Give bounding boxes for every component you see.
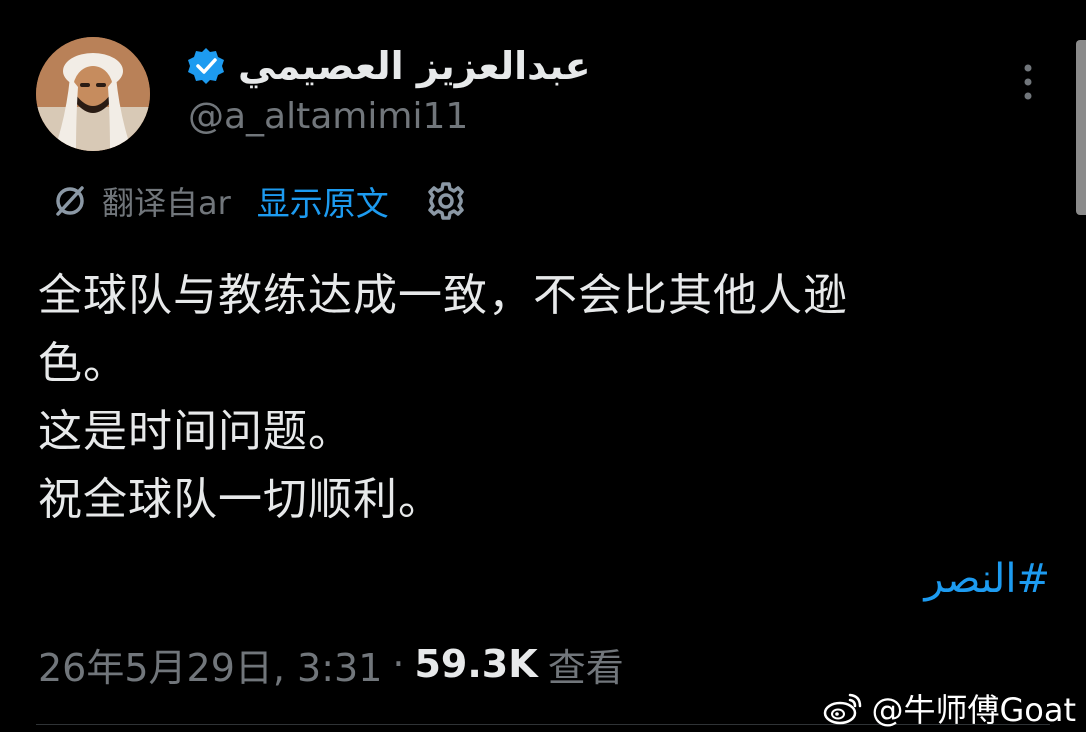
tweet-line: 这是时间问题。 <box>38 406 353 457</box>
tweet-metadata: 26年5月29日, 3:31 · 59.3K 查看 <box>38 636 624 692</box>
weibo-logo-icon <box>824 693 862 725</box>
avatar-image <box>36 37 150 151</box>
tweet-line: 全球队与教练达成一致，不会比其他人逊 <box>38 270 848 321</box>
meta-separator: · <box>392 642 405 686</box>
views-count[interactable]: 59.3K <box>414 642 537 686</box>
author-name-row: عبدالعزيز العصيمي <box>186 38 591 94</box>
avatar[interactable] <box>36 37 150 151</box>
watermark: @牛师傅Goat <box>823 686 1076 730</box>
verified-badge-icon <box>188 48 224 84</box>
views-label: 查看 <box>547 645 624 690</box>
translate-icon <box>56 186 84 216</box>
translated-from-label: 翻译自ar <box>102 184 231 222</box>
tweet-line: 色。 <box>38 338 128 389</box>
translation-bar: 翻译自ar 显示原文 <box>50 176 467 226</box>
tweet-text: 全球队与教练达成一致，不会比其他人逊 色。 这是时间问题。 祝全球队一切顺利。 <box>38 262 1018 534</box>
show-original-link[interactable]: 显示原文 <box>257 177 389 225</box>
tweet-line: 祝全球队一切顺利。 <box>38 474 443 525</box>
more-vertical-icon[interactable] <box>1016 62 1040 102</box>
display-name[interactable]: عبدالعزيز العصيمي <box>238 44 591 88</box>
hashtag-link[interactable]: #النصر <box>924 556 1050 602</box>
gear-icon[interactable] <box>425 180 467 222</box>
user-handle[interactable]: @a_altamimi11 <box>188 96 468 137</box>
timestamp[interactable]: 26年5月29日, 3:31 <box>38 637 382 692</box>
watermark-text: @牛师傅Goat <box>871 691 1076 729</box>
scrollbar[interactable] <box>1076 40 1086 215</box>
